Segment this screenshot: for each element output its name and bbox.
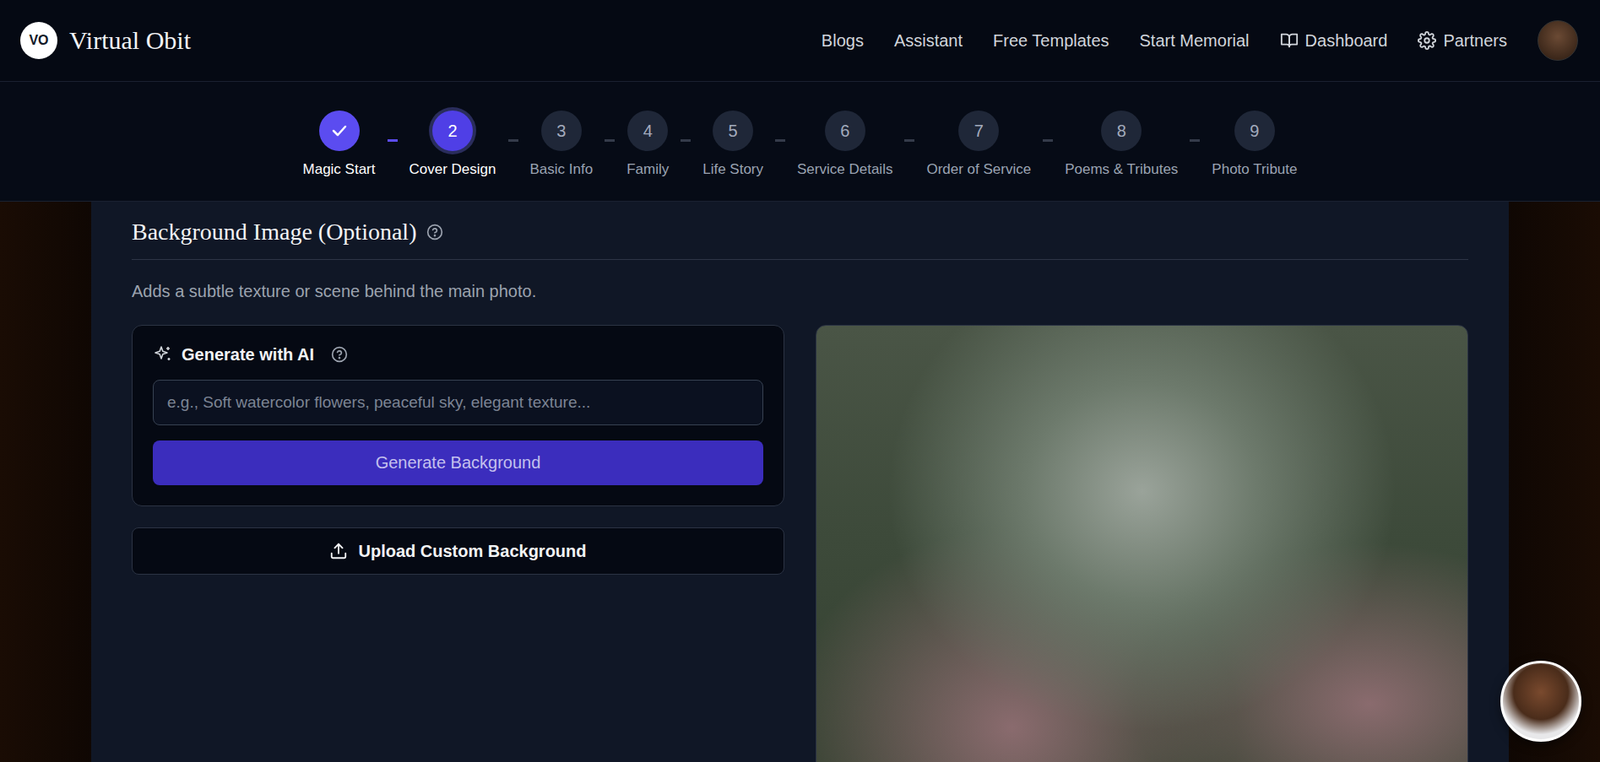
step[interactable]: 3 Basic Info xyxy=(530,110,594,179)
step-circle[interactable]: 9 xyxy=(1234,110,1275,152)
ai-card-header: Generate with AI xyxy=(152,344,764,365)
ai-card-title: Generate with AI xyxy=(181,345,315,365)
check-icon xyxy=(329,120,350,142)
step-connector xyxy=(904,139,915,142)
upload-button[interactable]: Upload Custom Background xyxy=(131,527,785,575)
step-connector xyxy=(775,139,786,142)
upload-icon xyxy=(329,542,348,561)
section-header: Background Image (Optional) xyxy=(131,218,1469,261)
top-nav: VO Virtual Obit Blogs Assistant Free Templ… xyxy=(0,0,1600,82)
step[interactable]: 4 Family xyxy=(626,110,669,179)
stepper: Magic Start 2 Cover Design 3 Basic Info … xyxy=(0,81,1600,202)
step-connector xyxy=(508,139,519,142)
step-circle[interactable]: 8 xyxy=(1101,110,1142,152)
step-connector xyxy=(1189,139,1200,142)
step-circle[interactable]: 3 xyxy=(541,110,582,152)
logo[interactable]: VO xyxy=(20,21,58,60)
brand-name[interactable]: Virtual Obit xyxy=(69,26,191,55)
generate-button[interactable]: Generate Background xyxy=(152,440,764,486)
step-label[interactable]: Photo Tribute xyxy=(1211,161,1297,179)
background-grid: Generate with AI Generate Background Upl… xyxy=(131,325,1469,762)
step-circle[interactable]: 5 xyxy=(712,110,754,152)
nav-link[interactable]: Assistant xyxy=(894,31,963,51)
upload-label[interactable]: Upload Custom Background xyxy=(357,542,586,562)
step-label[interactable]: Basic Info xyxy=(530,161,594,179)
sparkles-icon xyxy=(152,344,174,365)
background-preview xyxy=(815,325,1469,762)
step-circle[interactable]: 6 xyxy=(824,110,866,152)
assistant-avatar[interactable] xyxy=(1500,661,1582,743)
prompt-input[interactable] xyxy=(152,379,764,426)
page: VO Virtual Obit Blogs Assistant Free Templ… xyxy=(0,0,1600,762)
nav-link[interactable]: Start Memorial xyxy=(1139,31,1250,51)
step[interactable]: 9 Photo Tribute xyxy=(1211,110,1297,179)
step-label[interactable]: Magic Start xyxy=(303,161,376,179)
nav-link-label[interactable]: Dashboard xyxy=(1305,31,1389,51)
ai-card: Generate with AI Generate Background xyxy=(131,325,785,507)
user-avatar[interactable] xyxy=(1537,20,1579,61)
step-label[interactable]: Order of Service xyxy=(926,161,1031,179)
step-circle[interactable]: 4 xyxy=(627,110,668,152)
nav-link[interactable]: Free Templates xyxy=(992,31,1109,51)
main: Background Image (Optional) Adds a subtl… xyxy=(0,201,1600,762)
step-circle[interactable] xyxy=(319,110,360,152)
help-icon[interactable] xyxy=(330,346,348,364)
book-icon xyxy=(1280,31,1299,50)
brand[interactable]: VO Virtual Obit xyxy=(20,21,191,60)
section-description: Adds a subtle texture or scene behind th… xyxy=(131,282,1469,302)
gear-icon xyxy=(1417,31,1437,50)
step-circle[interactable]: 2 xyxy=(432,110,473,152)
step-label[interactable]: Poems & Tributes xyxy=(1064,161,1178,179)
help-icon[interactable] xyxy=(426,223,444,241)
step-connector xyxy=(604,139,615,142)
step[interactable]: 8 Poems & Tributes xyxy=(1064,110,1178,179)
step-label[interactable]: Life Story xyxy=(702,161,764,179)
section-title: Background Image (Optional) xyxy=(131,218,417,246)
step-circle[interactable]: 7 xyxy=(958,110,999,152)
cover-design-panel: Background Image (Optional) Adds a subtl… xyxy=(91,201,1509,762)
step[interactable]: 7 Order of Service xyxy=(926,110,1031,179)
step-label[interactable]: Family xyxy=(626,161,669,179)
nav-links: Blogs Assistant Free Templates Start Memori… xyxy=(821,20,1579,61)
step[interactable]: 5 Life Story xyxy=(702,110,764,179)
step-label[interactable]: Service Details xyxy=(797,161,893,179)
step[interactable]: 6 Service Details xyxy=(797,110,893,179)
controls: Generate with AI Generate Background Upl… xyxy=(131,325,785,762)
step[interactable]: 2 Cover Design xyxy=(409,110,497,179)
nav-link[interactable]: Blogs xyxy=(821,31,864,51)
nav-link-label[interactable]: Partners xyxy=(1442,31,1508,51)
step-connector xyxy=(680,139,691,142)
step-connector xyxy=(1042,139,1053,142)
step-connector xyxy=(387,139,398,142)
step[interactable]: Magic Start xyxy=(303,110,376,179)
nav-link[interactable]: Partners xyxy=(1417,31,1508,51)
nav-link[interactable]: Dashboard xyxy=(1280,31,1389,51)
step-label[interactable]: Cover Design xyxy=(409,161,497,179)
